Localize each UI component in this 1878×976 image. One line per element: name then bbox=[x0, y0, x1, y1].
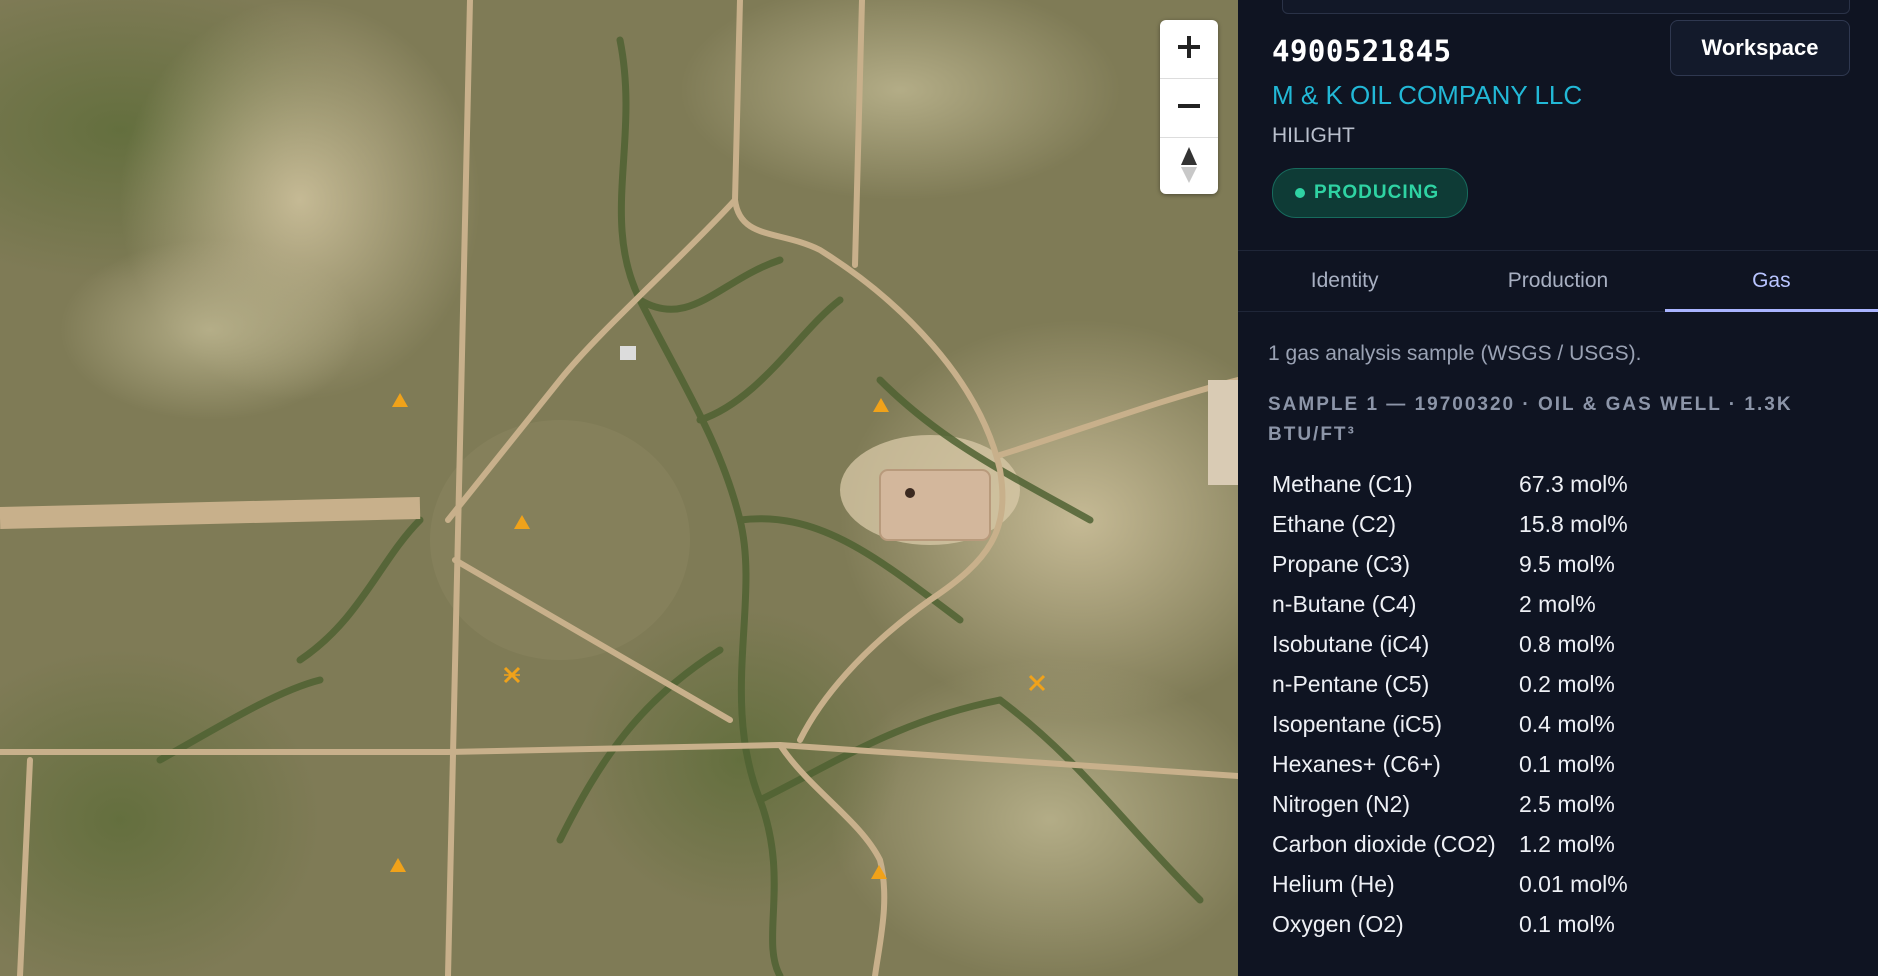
well-api-number: 4900521845 bbox=[1272, 34, 1452, 68]
reset-north-button[interactable] bbox=[1160, 138, 1218, 194]
status-label: PRODUCING bbox=[1314, 182, 1440, 203]
tab-production[interactable]: Production bbox=[1451, 251, 1664, 311]
component-name: Nitrogen (N2) bbox=[1272, 790, 1411, 817]
well-marker-triangle[interactable] bbox=[512, 512, 532, 532]
table-row: Helium (He) 0.01 mol% bbox=[1272, 864, 1628, 904]
compass-north-icon bbox=[1179, 145, 1199, 190]
component-value: 2.5 mol% bbox=[1519, 790, 1615, 817]
table-row: Isopentane (iC5) 0.4 mol% bbox=[1272, 704, 1628, 744]
table-row: Ethane (C2) 15.8 mol% bbox=[1272, 504, 1628, 544]
tab-gas[interactable]: Gas bbox=[1664, 251, 1878, 312]
component-value: 0.1 mol% bbox=[1519, 750, 1615, 777]
plugged-well-cross-icon bbox=[502, 665, 522, 685]
well-triangle-icon bbox=[388, 855, 408, 875]
table-row: n-Butane (C4) 2 mol% bbox=[1272, 584, 1628, 624]
table-row: Nitrogen (N2) 2.5 mol% bbox=[1272, 784, 1628, 824]
satellite-imagery bbox=[0, 0, 1238, 976]
well-marker-triangle[interactable] bbox=[869, 862, 889, 882]
tab-identity[interactable]: Identity bbox=[1238, 251, 1451, 311]
well-marker-triangle[interactable] bbox=[388, 855, 408, 875]
table-row: n-Pentane (C5) 0.2 mol% bbox=[1272, 664, 1628, 704]
zoom-out-button[interactable] bbox=[1160, 79, 1218, 138]
sample-heading: SAMPLE 1 — 19700320 · OIL & GAS WELL · 1… bbox=[1268, 394, 1793, 445]
table-row: Hexanes+ (C6+) 0.1 mol% bbox=[1272, 744, 1628, 784]
operator-link[interactable]: M & K OIL COMPANY LLC bbox=[1272, 80, 1582, 111]
table-row: Carbon dioxide (CO2) 1.2 mol% bbox=[1272, 824, 1628, 864]
well-triangle-icon bbox=[512, 512, 532, 532]
well-marker-cross[interactable] bbox=[1027, 673, 1047, 693]
component-value: 0.2 mol% bbox=[1519, 670, 1615, 697]
component-name: n-Pentane (C5) bbox=[1272, 670, 1430, 697]
map-navigation-control bbox=[1160, 20, 1218, 194]
component-name: Hexanes+ (C6+) bbox=[1272, 750, 1441, 777]
component-value: 0.4 mol% bbox=[1519, 710, 1615, 737]
well-marker-cross[interactable] bbox=[502, 665, 522, 685]
satellite-map[interactable] bbox=[0, 0, 1238, 976]
search-input[interactable] bbox=[1282, 0, 1850, 14]
gas-composition-table: Methane (C1) 67.3 mol% Ethane (C2) 15.8 mo… bbox=[1272, 464, 1628, 944]
component-name: Ethane (C2) bbox=[1272, 510, 1397, 537]
well-triangle-icon bbox=[871, 395, 891, 415]
well-detail-panel: 4900521845 M & K OIL COMPANY LLC HILIGHT… bbox=[1238, 0, 1878, 976]
component-value: 15.8 mol% bbox=[1519, 510, 1628, 537]
status-badge: PRODUCING bbox=[1272, 168, 1469, 218]
well-triangle-icon bbox=[390, 390, 410, 410]
workspace-button[interactable]: Workspace bbox=[1670, 20, 1850, 76]
component-value: 0.1 mol% bbox=[1519, 910, 1615, 937]
component-name: Methane (C1) bbox=[1272, 470, 1413, 497]
component-value: 2 mol% bbox=[1519, 590, 1596, 617]
component-value: 0.8 mol% bbox=[1519, 630, 1615, 657]
table-row: Isobutane (iC4) 0.8 mol% bbox=[1272, 624, 1628, 664]
component-value: 1.2 mol% bbox=[1519, 830, 1615, 857]
status-dot-icon bbox=[1295, 188, 1305, 198]
plugged-well-cross-icon bbox=[1027, 673, 1047, 693]
well-marker-triangle[interactable] bbox=[390, 390, 410, 410]
component-name: Helium (He) bbox=[1272, 870, 1395, 897]
component-name: n-Butane (C4) bbox=[1272, 590, 1417, 617]
plus-icon bbox=[1176, 34, 1202, 65]
zoom-in-button[interactable] bbox=[1160, 20, 1218, 79]
component-value: 9.5 mol% bbox=[1519, 550, 1615, 577]
table-row: Oxygen (O2) 0.1 mol% bbox=[1272, 904, 1628, 944]
well-marker-triangle[interactable] bbox=[871, 395, 891, 415]
detail-tabs: Identity Production Gas bbox=[1238, 250, 1878, 312]
component-name: Propane (C3) bbox=[1272, 550, 1411, 577]
well-triangle-icon bbox=[869, 862, 889, 882]
table-row: Methane (C1) 67.3 mol% bbox=[1272, 464, 1628, 504]
table-row: Propane (C3) 9.5 mol% bbox=[1272, 544, 1628, 584]
component-value: 67.3 mol% bbox=[1519, 470, 1628, 497]
component-value: 0.01 mol% bbox=[1519, 870, 1628, 897]
component-name: Isopentane (iC5) bbox=[1272, 710, 1443, 737]
gas-summary: 1 gas analysis sample (WSGS / USGS). bbox=[1268, 342, 1642, 365]
component-name: Carbon dioxide (CO2) bbox=[1272, 830, 1496, 857]
component-name: Oxygen (O2) bbox=[1272, 910, 1404, 937]
component-name: Isobutane (iC4) bbox=[1272, 630, 1430, 657]
minus-icon bbox=[1176, 93, 1202, 124]
well-name: HILIGHT bbox=[1272, 124, 1355, 147]
